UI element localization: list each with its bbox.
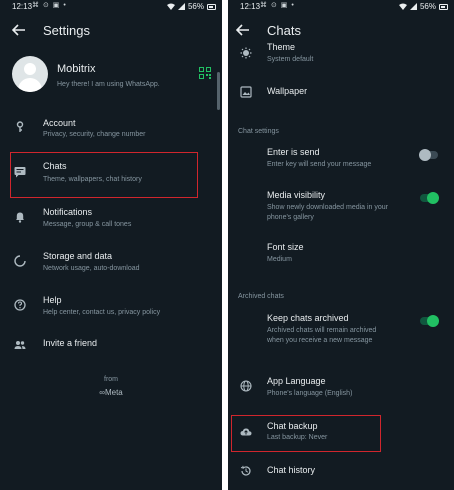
- status-time: 12:13: [240, 2, 261, 11]
- settings-item-subtitle: Network usage, auto-download: [43, 265, 140, 272]
- profile-name: Mobitrix: [57, 63, 96, 75]
- status-time: 12:13: [12, 2, 33, 11]
- wifi-icon: [398, 3, 407, 10]
- setting-font-size[interactable]: Font size Medium: [228, 238, 454, 268]
- setting-subtitle: Phone's language (English): [267, 390, 353, 397]
- meta-logo-label: ∞Meta: [99, 388, 123, 397]
- media-visibility-toggle[interactable]: [420, 192, 439, 204]
- settings-item-subtitle: Privacy, security, change number: [43, 131, 146, 138]
- back-arrow-icon[interactable]: [236, 24, 250, 36]
- settings-item-help[interactable]: Help Help center, contact us, privacy po…: [0, 290, 222, 326]
- settings-item-account[interactable]: Account Privacy, security, change number: [0, 112, 222, 148]
- setting-chat-history[interactable]: Chat history: [228, 460, 454, 484]
- setting-title: Chat history: [267, 465, 316, 475]
- settings-item-invite[interactable]: Invite a friend: [0, 334, 222, 358]
- setting-title: Font size: [267, 242, 304, 252]
- app-header: Settings: [0, 15, 222, 45]
- setting-subtitle: Enter key will send your message: [267, 161, 372, 168]
- settings-item-title: Notifications: [43, 207, 93, 217]
- settings-item-storage[interactable]: Storage and data Network usage, auto-dow…: [0, 246, 222, 282]
- battery-icon: [207, 3, 216, 10]
- status-right: 56%: [166, 2, 216, 11]
- enter-is-send-toggle[interactable]: [419, 149, 438, 161]
- settings-item-title: Storage and data: [43, 251, 113, 261]
- theme-icon: [240, 47, 252, 59]
- setting-media-visibility[interactable]: Media visibility Show newly downloaded m…: [228, 186, 454, 226]
- highlight-box-chats: [10, 152, 198, 198]
- settings-item-title: Invite a friend: [43, 338, 98, 348]
- setting-app-language[interactable]: App Language Phone's language (English): [228, 372, 454, 404]
- setting-title: Theme: [267, 42, 296, 52]
- section-archived-chats: Archived chats: [238, 293, 284, 300]
- key-icon: [16, 121, 24, 132]
- setting-theme[interactable]: Theme System default: [228, 40, 454, 70]
- setting-enter-is-send[interactable]: Enter is send Enter key will send your m…: [228, 144, 454, 174]
- battery-percent: 56%: [419, 2, 436, 11]
- setting-subtitle: when you receive a new message: [267, 337, 373, 344]
- scrollbar[interactable]: [217, 72, 220, 110]
- battery-icon: [439, 3, 448, 10]
- wallpaper-icon: [240, 86, 252, 98]
- signal-icon: [409, 3, 417, 10]
- setting-wallpaper[interactable]: Wallpaper: [228, 80, 454, 104]
- setting-title: Enter is send: [267, 147, 320, 157]
- people-icon: [14, 341, 26, 349]
- qr-code-icon[interactable]: [199, 67, 211, 79]
- wifi-icon: [166, 3, 175, 10]
- settings-screen: 12:13 ⌘ ⊙ ▣ • 56% Settings Mobitrix Hey …: [0, 0, 222, 490]
- globe-icon: [240, 380, 252, 392]
- signal-icon: [177, 3, 185, 10]
- status-bar: 12:13 ⌘ ⊙ ▣ • 56%: [0, 0, 222, 14]
- setting-keep-chats-archived[interactable]: Keep chats archived Archived chats will …: [228, 310, 454, 350]
- help-icon: [14, 299, 26, 311]
- history-icon: [240, 465, 251, 476]
- header-overlap: [228, 36, 454, 42]
- setting-subtitle: phone's gallery: [267, 214, 314, 221]
- profile-status: Hey there! I am using WhatsApp.: [57, 81, 160, 88]
- storage-icon: [14, 255, 26, 267]
- keep-archived-toggle[interactable]: [420, 315, 439, 327]
- page-title: Settings: [43, 22, 90, 38]
- setting-subtitle: System default: [267, 56, 314, 63]
- status-icons: ⌘ ⊙ ▣ •: [32, 2, 67, 9]
- status-bar: 12:13 ⌘ ⊙ ▣ • 56%: [228, 0, 454, 14]
- profile-row[interactable]: Mobitrix Hey there! I am using WhatsApp.: [0, 50, 222, 102]
- setting-title: Media visibility: [267, 190, 326, 200]
- setting-title: App Language: [267, 376, 326, 386]
- settings-item-title: Account: [43, 118, 76, 128]
- avatar[interactable]: [12, 56, 48, 92]
- setting-title: Wallpaper: [267, 86, 308, 96]
- back-arrow-icon[interactable]: [12, 24, 26, 36]
- setting-title: Keep chats archived: [267, 313, 349, 323]
- settings-item-title: Help: [43, 295, 62, 305]
- status-right: 56%: [398, 2, 448, 11]
- bell-icon: [16, 212, 24, 223]
- section-chat-settings: Chat settings: [238, 128, 279, 135]
- chats-settings-screen: 12:13 ⌘ ⊙ ▣ • 56% Chats Theme System def…: [228, 0, 454, 490]
- highlight-box-chat-backup: [231, 415, 381, 452]
- settings-item-subtitle: Help center, contact us, privacy policy: [43, 309, 161, 316]
- settings-item-notifications[interactable]: Notifications Message, group & call tone…: [0, 202, 222, 238]
- status-icons: ⌘ ⊙ ▣ •: [260, 2, 295, 9]
- battery-percent: 56%: [187, 2, 204, 11]
- setting-subtitle: Archived chats will remain archived: [267, 327, 377, 334]
- settings-item-subtitle: Message, group & call tones: [43, 221, 132, 228]
- setting-subtitle: Medium: [267, 256, 292, 263]
- from-label: from: [104, 376, 118, 383]
- setting-subtitle: Show newly downloaded media in your: [267, 204, 389, 211]
